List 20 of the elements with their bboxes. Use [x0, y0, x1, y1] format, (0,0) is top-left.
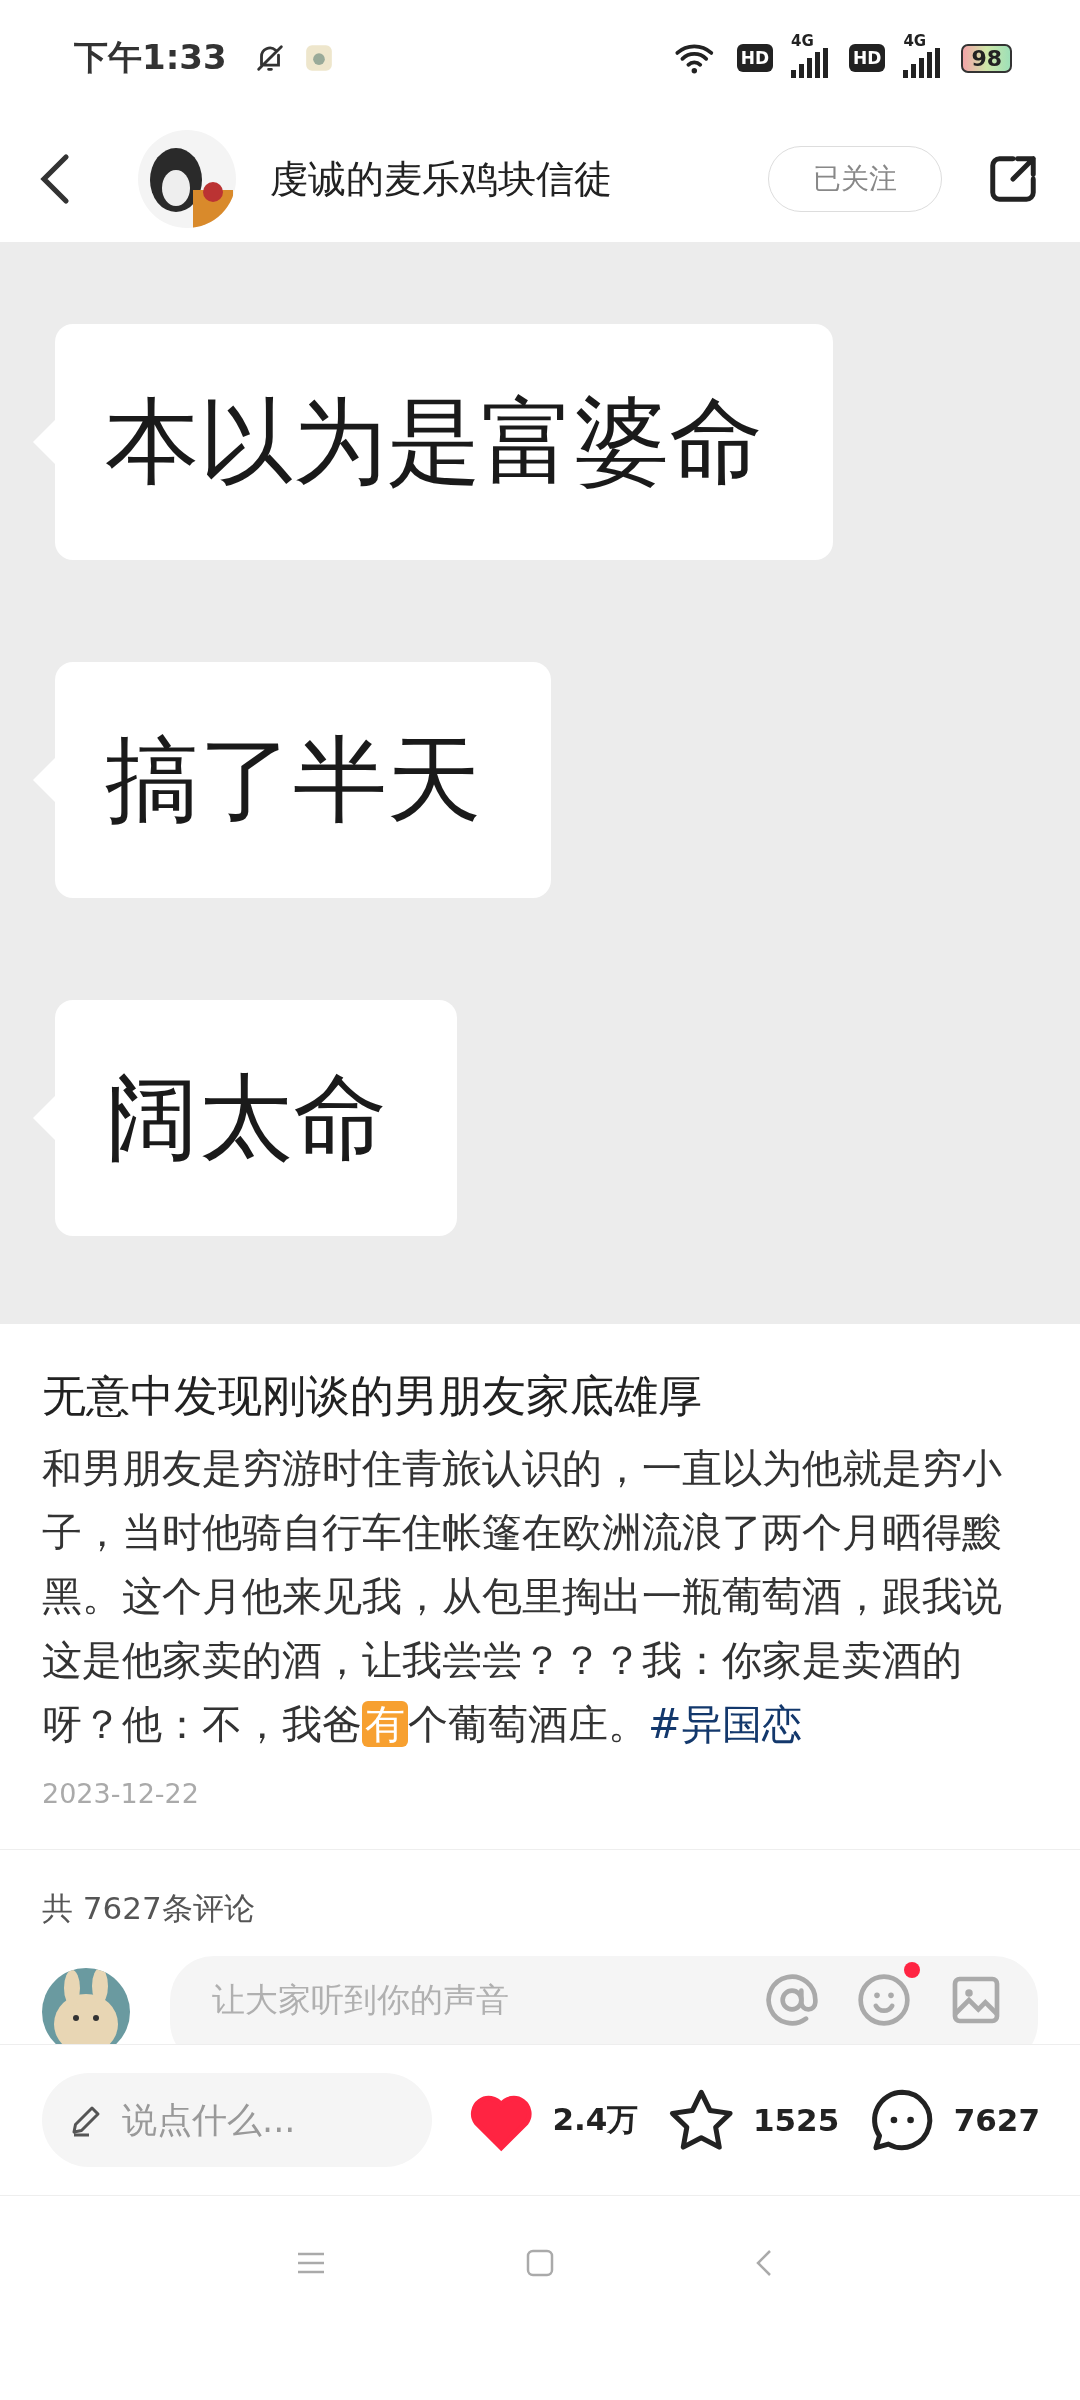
comment-count: 共 7627条评论: [42, 1889, 256, 1928]
hd-label: HD: [849, 44, 886, 72]
battery-indicator: 98: [961, 43, 1012, 73]
follow-button[interactable]: 已关注: [768, 146, 942, 212]
post-body: 和男朋友是穷游时住青旅认识的，一直以为他就是穷小子，当时他骑自行车住帐篷在欧洲流浪了两个月晒得黢黑。这个月他来见我，从包里掏出一瓶葡萄酒，跟我说这是他家卖的酒，让我尝尝？？？我：你家是卖酒的呀？他：不，我爸有个葡萄酒庄。#异国恋: [42, 1444, 1003, 1749]
hashtag-link[interactable]: #异国恋: [648, 1701, 802, 1747]
post-date: 2023-12-22: [42, 1778, 200, 1809]
hd-label: HD: [736, 44, 774, 72]
menu-icon[interactable]: [296, 2251, 326, 2275]
home-icon[interactable]: [526, 2249, 554, 2277]
comment-total: 7627: [953, 2102, 1040, 2138]
emoji-icon[interactable]: [856, 1972, 912, 2028]
status-time: 下午1:33: [74, 36, 227, 79]
app-icon: [304, 44, 333, 72]
author-name[interactable]: 虔诚的麦乐鸡块信徒: [270, 153, 612, 205]
post-image[interactable]: 本以为是富婆命 搞了半天 阔太命: [0, 242, 1080, 1324]
post-title: 无意中发现刚谈的男朋友家底雄厚: [42, 1369, 703, 1423]
at-icon[interactable]: [764, 1972, 820, 2028]
favorite-count: 1525: [752, 2102, 840, 2138]
like-count: 2.4万: [552, 2100, 639, 2139]
